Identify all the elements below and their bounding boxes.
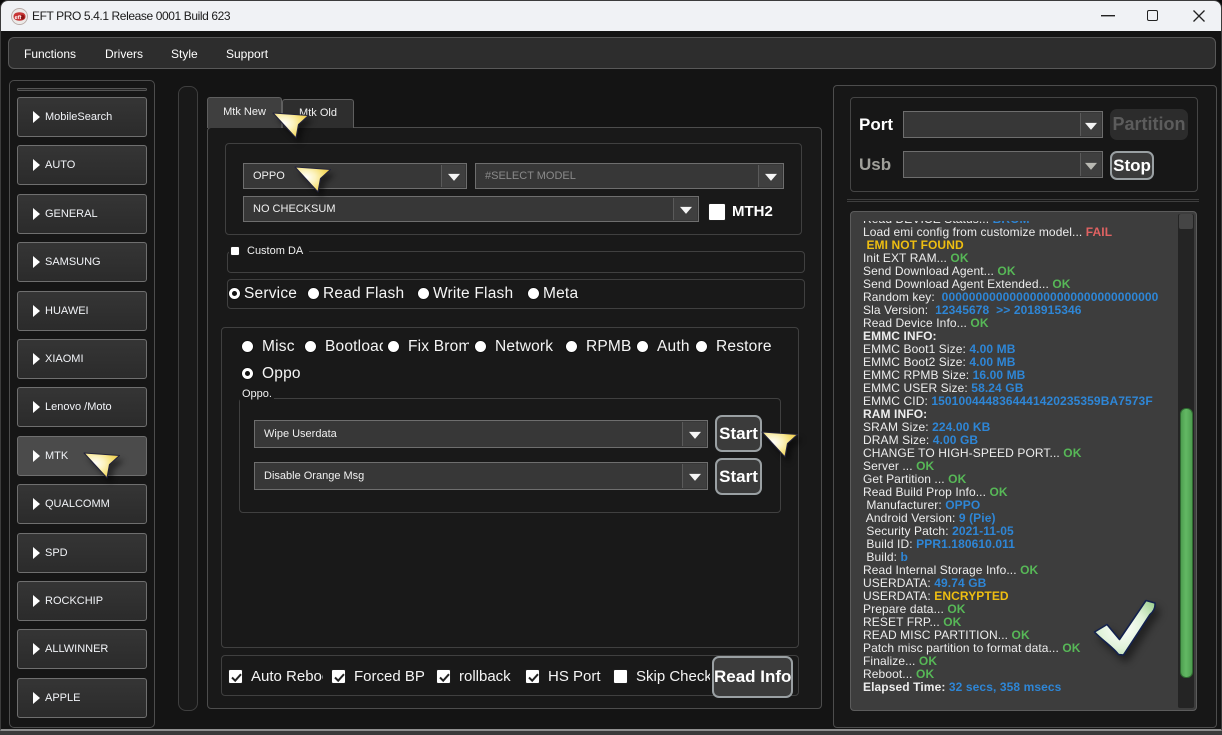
svg-text:eft: eft [15, 15, 23, 21]
